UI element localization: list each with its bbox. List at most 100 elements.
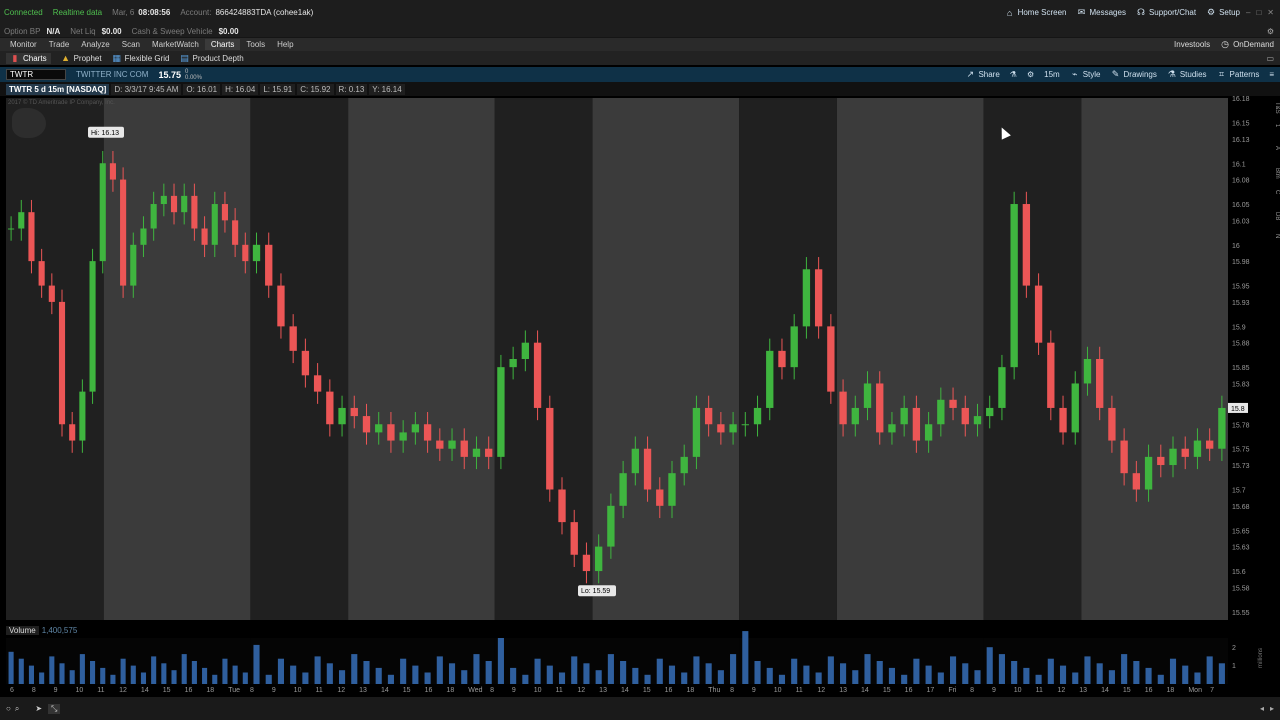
- menu-analyze[interactable]: Analyze: [75, 39, 115, 50]
- session-band-premarket: [983, 98, 1082, 620]
- candle-body: [961, 407, 969, 425]
- account-label: Account:: [180, 8, 212, 17]
- menu-help[interactable]: Help: [271, 39, 299, 50]
- candle-body: [79, 391, 86, 441]
- layout-icon[interactable]: ▭: [1266, 54, 1274, 63]
- account-selector[interactable]: 866424883TDA (cohee1ak): [215, 8, 313, 17]
- home-screen-link[interactable]: ⌂ Home Screen: [1005, 8, 1067, 18]
- menu-lines-icon[interactable]: ≡: [1269, 70, 1274, 79]
- candle-body: [1132, 473, 1141, 490]
- settings-gear-icon[interactable]: ⚙: [1267, 27, 1274, 36]
- patterns-button[interactable]: ⌗ Patterns: [1217, 69, 1259, 80]
- zoom-out-icon[interactable]: ○: [6, 704, 11, 713]
- bar-range: R: 0.13: [335, 83, 368, 95]
- support-chat-link[interactable]: ☊ Support/Chat: [1136, 7, 1196, 18]
- candle-body: [1108, 407, 1116, 441]
- candle-body: [1181, 448, 1189, 457]
- candle-body: [448, 440, 456, 449]
- investools-link[interactable]: Investools: [1174, 40, 1210, 49]
- volume-band: [494, 638, 740, 684]
- close-button[interactable]: ✕: [1267, 8, 1274, 17]
- volume-bar: [754, 661, 761, 684]
- volume-bar: [901, 674, 908, 684]
- hi-label: Hi: 16.13: [91, 130, 119, 137]
- menu-trade[interactable]: Trade: [43, 39, 76, 50]
- right-panel-tab: T&S: [1274, 102, 1280, 114]
- style-button[interactable]: ⌁ Style: [1070, 69, 1101, 80]
- volume-bar: [791, 658, 798, 684]
- studies-button[interactable]: ⚗ Studies: [1167, 69, 1207, 80]
- volume-bar: [412, 665, 419, 684]
- chart-settings-icon[interactable]: ⚙: [1027, 70, 1034, 79]
- volume-bar: [18, 658, 24, 684]
- chart-svg[interactable]: 16.1816.1516.1316.116.0816.0516.031615.9…: [0, 96, 1280, 696]
- volume-bar: [39, 672, 45, 684]
- time-axis-label: 8: [250, 687, 254, 694]
- crosshair-icon[interactable]: ⤡: [48, 703, 61, 714]
- ondemand-button[interactable]: ◷ OnDemand: [1220, 39, 1274, 50]
- subtab-charts[interactable]: ▮ Charts: [6, 52, 51, 64]
- right-panel-tab: DB: [1274, 212, 1280, 220]
- volume-bar: [253, 644, 260, 684]
- menu-monitor[interactable]: Monitor: [4, 39, 43, 50]
- symbol-input[interactable]: [6, 69, 66, 80]
- subtab-product-depth[interactable]: ▤ Product Depth: [180, 53, 243, 64]
- candle-body: [130, 244, 137, 286]
- setup-link[interactable]: ⚙ Setup: [1206, 7, 1240, 18]
- volume-bar: [803, 665, 810, 684]
- symbol-bar: TWITTER INC COM 15.75 0 0.00% ↗Share ⚗ ⚙…: [0, 67, 1280, 82]
- price-tick-label: 16.03: [1232, 218, 1250, 225]
- subtab-prophet[interactable]: ▲ Prophet: [61, 53, 102, 63]
- volume-bar: [876, 661, 883, 684]
- time-axis-label: 16: [425, 687, 433, 694]
- zoom-in-icon[interactable]: ⌕: [15, 704, 19, 714]
- chart-title[interactable]: TWTR 5 d 15m [NASDAQ]: [6, 83, 110, 95]
- menu-scan[interactable]: Scan: [116, 39, 146, 50]
- menu-marketwatch[interactable]: MarketWatch: [146, 39, 205, 50]
- volume-bar: [1059, 665, 1067, 684]
- time-axis-label: 9: [512, 687, 516, 694]
- candle-body: [8, 228, 15, 230]
- volume-bar: [1023, 667, 1030, 684]
- time-axis-label: 8: [730, 687, 734, 694]
- grid-icon: ▦: [112, 52, 121, 63]
- minimize-button[interactable]: –: [1246, 8, 1250, 17]
- volume-bar: [840, 663, 847, 684]
- share-button[interactable]: ↗ Share: [965, 69, 1000, 80]
- maximize-button[interactable]: □: [1256, 8, 1261, 17]
- timeframe-button[interactable]: 15m: [1044, 70, 1060, 79]
- volume-bar: [998, 654, 1005, 684]
- candle-body: [326, 391, 334, 425]
- price-chart[interactable]: 16.18 16.15 16.13 16.1 16.08 16.05 16.03 16 15.9…: [0, 96, 1280, 696]
- drawings-button[interactable]: ✎ Drawings: [1111, 69, 1157, 80]
- price-tick-label: 15.98: [1232, 259, 1250, 266]
- volume-bar: [1121, 654, 1128, 684]
- scroll-right-icon[interactable]: ▸: [1270, 704, 1274, 713]
- volume-bar: [571, 656, 578, 684]
- candle-body: [729, 424, 737, 433]
- headset-icon: ☊: [1136, 7, 1145, 17]
- candle-body: [814, 269, 823, 327]
- volume-bar: [986, 647, 993, 684]
- candle-body: [521, 342, 530, 359]
- option-bp: Option BP N/A: [4, 26, 61, 36]
- candle-body: [949, 399, 957, 408]
- chart-info-bar: TWTR 5 d 15m [NASDAQ] D: 3/3/17 9:45 AM …: [0, 82, 1280, 96]
- pointer-icon[interactable]: ➤: [35, 704, 42, 713]
- warning-icon: ▲: [61, 53, 71, 63]
- candle-body: [1169, 448, 1177, 466]
- volume-legend: Volume 1,400,575: [6, 626, 77, 635]
- candle-body: [18, 212, 25, 229]
- volume-bar: [888, 667, 896, 684]
- scroll-left-icon[interactable]: ◂: [1260, 704, 1264, 713]
- volume-bar: [400, 658, 407, 684]
- volume-bar: [110, 674, 116, 684]
- volume-bar: [277, 658, 285, 684]
- menu-charts[interactable]: Charts: [204, 39, 241, 50]
- menu-tools[interactable]: Tools: [240, 39, 271, 50]
- status-links: ⌂ Home Screen ✉ Messages ☊ Support/Chat ⚙ Se…: [995, 7, 1280, 18]
- messages-link[interactable]: ✉ Messages: [1076, 7, 1126, 18]
- flask-icon[interactable]: ⚗: [1010, 70, 1017, 79]
- subtab-flexible-grid[interactable]: ▦ Flexible Grid: [112, 52, 169, 64]
- volume-bar: [1011, 661, 1018, 684]
